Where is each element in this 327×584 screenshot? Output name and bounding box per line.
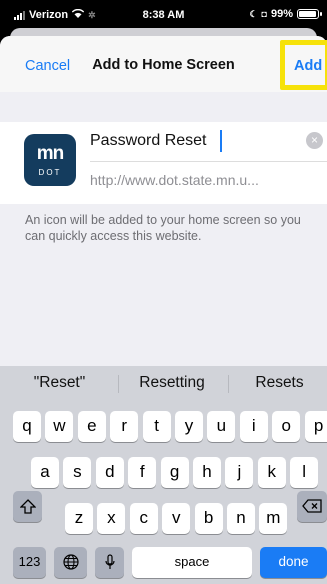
nav-bar: Cancel Add to Home Screen Add [0,36,327,92]
key-l[interactable]: l [290,457,319,488]
key-n[interactable]: n [227,503,255,534]
key-y[interactable]: y [175,411,203,442]
status-right: ☾ ◘ 99% [249,8,322,20]
key-s[interactable]: s [63,457,92,488]
key-b[interactable]: b [194,503,223,534]
site-icon: mn DOT [24,134,76,186]
status-bar: Verizon ✲ 8:38 AM ☾ ◘ 99% [0,0,327,30]
key-w[interactable]: w [45,411,74,442]
shift-icon [18,499,37,514]
key-f[interactable]: f [128,457,157,488]
prediction-1[interactable]: "Reset" [12,374,107,392]
key-k[interactable]: k [257,457,286,488]
key-d[interactable]: d [95,457,124,488]
prediction-separator [228,375,229,393]
key-u[interactable]: u [207,411,236,442]
bookmark-url: http://www.dot.state.mn.u... [90,172,259,188]
orientation-lock-icon: ☾ [249,8,258,19]
battery-percent: 99% [270,8,293,20]
key-z[interactable]: z [65,503,93,534]
key-e[interactable]: e [77,411,106,442]
site-logo-text: mn [36,143,65,164]
key-t[interactable]: t [142,411,171,442]
key-i[interactable]: i [239,411,268,442]
text-cursor [220,130,222,152]
key-x[interactable]: x [97,503,126,534]
bookmark-card: mn DOT × http://www.dot.state.mn.u... [0,122,327,204]
space-key[interactable]: space [132,547,252,578]
key-g[interactable]: g [160,457,189,488]
backspace-icon [302,499,322,513]
prediction-separator [118,375,119,393]
numbers-key[interactable]: 123 [13,547,46,578]
shift-key[interactable] [13,491,42,522]
key-c[interactable]: c [129,503,158,534]
key-a[interactable]: a [31,457,59,488]
globe-key[interactable] [54,547,87,578]
key-m[interactable]: m [259,503,288,534]
key-v[interactable]: v [162,503,191,534]
bookmark-name-input[interactable] [90,128,300,154]
add-to-home-sheet: Cancel Add to Home Screen Add mn DOT × h… [0,36,327,366]
highlight-box [280,40,327,90]
key-h[interactable]: h [193,457,221,488]
key-p[interactable]: p [304,411,327,442]
dictation-key[interactable] [95,547,124,578]
field-divider [90,161,327,162]
page-title: Add to Home Screen [92,57,235,73]
prediction-bar: "Reset" Resetting Resets [0,366,327,402]
microphone-icon [104,554,115,569]
backspace-key[interactable] [297,491,327,522]
prediction-2[interactable]: Resetting [122,374,222,392]
info-note: An icon will be added to your home scree… [25,213,301,243]
key-q[interactable]: q [13,411,41,442]
clear-text-icon[interactable]: × [306,132,323,149]
alarm-icon: ◘ [261,9,267,19]
battery-icon [297,9,322,19]
key-j[interactable]: j [225,457,254,488]
key-r[interactable]: r [110,411,139,442]
prediction-3[interactable]: Resets [232,374,327,392]
keyboard: "Reset" Resetting Resets qwertyuiop asdf… [0,366,327,584]
done-key[interactable]: done [260,547,327,578]
site-logo-subtext: DOT [38,168,62,177]
globe-icon [62,554,79,570]
key-o[interactable]: o [272,411,301,442]
